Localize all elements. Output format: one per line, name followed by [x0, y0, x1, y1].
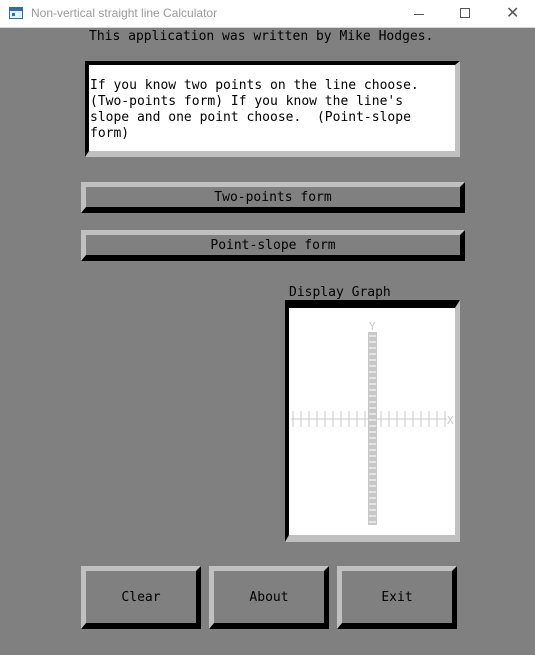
maximize-icon: [460, 8, 470, 18]
instructions-panel: If you know two points on the line choos…: [85, 61, 460, 157]
exit-label: Exit: [381, 589, 413, 605]
about-button[interactable]: About: [209, 566, 329, 629]
x-axis-label: X: [447, 414, 454, 427]
about-label: About: [249, 589, 289, 605]
title-bar[interactable]: Non-vertical straight line Calculator ✕: [0, 0, 535, 28]
window-title: Non-vertical straight line Calculator: [31, 6, 218, 20]
point-slope-form-button[interactable]: Point-slope form: [81, 230, 465, 261]
maximize-button[interactable]: [442, 0, 488, 28]
two-points-form-button[interactable]: Two-points form: [81, 182, 465, 213]
app-window-icon: [9, 7, 23, 19]
close-icon: ✕: [506, 3, 520, 22]
clear-button[interactable]: Clear: [81, 566, 201, 629]
minimize-icon: [414, 14, 424, 15]
clear-label: Clear: [121, 589, 161, 605]
author-credit: This application was written by Mike Hod…: [89, 29, 434, 44]
y-axis: [368, 332, 377, 525]
point-slope-form-label: Point-slope form: [210, 237, 336, 253]
close-button[interactable]: ✕: [489, 0, 535, 28]
exit-button[interactable]: Exit: [337, 566, 457, 629]
two-points-form-label: Two-points form: [214, 189, 332, 205]
graph-axes: Y X: [291, 320, 454, 525]
minimize-button[interactable]: [396, 0, 442, 28]
y-axis-label: Y: [369, 320, 376, 333]
instructions-text: If you know two points on the line choos…: [90, 78, 419, 141]
graph-canvas: Y X: [285, 300, 460, 542]
graph-label: Display Graph: [289, 285, 391, 300]
